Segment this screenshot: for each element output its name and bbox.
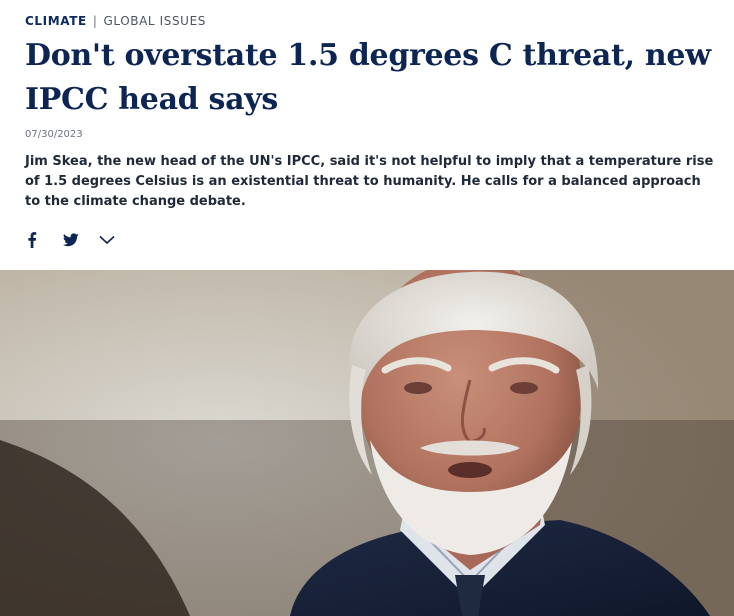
chevron-down-icon: [99, 235, 115, 245]
article-teaser: Jim Skea, the new head of the UN's IPCC,…: [25, 154, 714, 209]
twitter-share-button[interactable]: [63, 229, 99, 251]
more-share-button[interactable]: [99, 229, 135, 251]
twitter-icon: [63, 233, 79, 247]
article-kicker: CLIMATE | GLOBAL ISSUES: [25, 13, 206, 29]
portrait-photo: [0, 270, 734, 616]
article-title: Don't overstate 1.5 degrees C threat, ne…: [25, 38, 711, 117]
subcategory-link[interactable]: GLOBAL ISSUES: [103, 13, 206, 29]
share-bar: [27, 229, 135, 251]
facebook-share-button[interactable]: [27, 229, 63, 251]
category-link[interactable]: CLIMATE: [25, 13, 87, 29]
kicker-separator: |: [92, 14, 98, 28]
article-hero-image: [0, 270, 734, 616]
facebook-icon: [27, 232, 37, 248]
article-date: 07/30/2023: [25, 129, 83, 140]
